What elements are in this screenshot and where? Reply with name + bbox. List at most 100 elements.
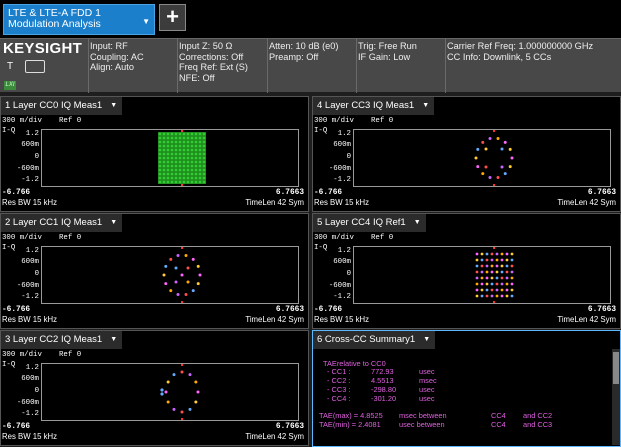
constellation-point: [158, 132, 162, 136]
constellation-point: [500, 288, 504, 292]
chevron-down-icon[interactable]: ▼: [110, 331, 117, 349]
constellation-point: [480, 270, 484, 274]
constellation-point: [170, 148, 174, 152]
constellation-point: [158, 168, 162, 172]
constellation-point: [162, 180, 166, 184]
iq-window-2[interactable]: 4 Layer CC3 IQ Meas1 ▼ 300 m/div Ref 0 I-Q 1.…: [312, 96, 621, 212]
iq-plot-area[interactable]: [41, 246, 299, 304]
constellation-point: [174, 164, 178, 168]
tab-dropdown-icon[interactable]: ▼: [142, 16, 150, 27]
scale-label: 300 m/div: [314, 234, 354, 242]
constellation-point: [503, 172, 507, 176]
constellation-point: [505, 276, 509, 280]
chevron-down-icon[interactable]: ▼: [110, 214, 117, 232]
correction-settings[interactable]: Input Z: 50 Ω Corrections: Off Freq Ref:…: [179, 41, 248, 83]
constellation-point: [172, 407, 176, 411]
carrier-settings[interactable]: Carrier Ref Freq: 1.000000000 GHz CC Inf…: [447, 41, 593, 62]
brand-block: KEYSIGHT T LXI: [3, 40, 87, 92]
constellation-point: [194, 152, 198, 156]
chevron-down-icon[interactable]: ▼: [414, 214, 421, 232]
constellation-point: [182, 156, 186, 160]
constellation-point: [186, 180, 190, 184]
constellation-point: [495, 294, 499, 298]
axis-marker: [181, 364, 183, 366]
iq-plot-area[interactable]: [41, 363, 299, 421]
y-tick-label: 1.2: [337, 247, 351, 255]
constellation-point: [510, 282, 514, 286]
iq-plot-area[interactable]: [353, 129, 611, 187]
scroll-thumb[interactable]: [613, 352, 619, 384]
constellation-point: [490, 294, 494, 298]
constellation-point: [158, 164, 162, 168]
constellation-point: [510, 258, 514, 262]
constellation-point: [172, 373, 176, 377]
constellation-point: [485, 288, 489, 292]
trigger-settings[interactable]: Trig: Free Run IF Gain: Low: [358, 41, 417, 62]
chevron-down-icon[interactable]: ▼: [110, 97, 117, 115]
constellation-point: [191, 257, 195, 261]
constellation-point: [194, 136, 198, 140]
constellation-point: [162, 148, 166, 152]
window-title-label: 3 Layer CC2 IQ Meas1: [5, 334, 103, 345]
constellation-svg: [160, 364, 200, 420]
window-title[interactable]: 1 Layer CC0 IQ Meas1 ▼: [1, 97, 123, 115]
window-title[interactable]: 4 Layer CC3 IQ Meas1 ▼: [313, 97, 435, 115]
summary-unit: usec: [419, 394, 435, 403]
iq-window-3[interactable]: 2 Layer CC1 IQ Meas1 ▼ 300 m/div Ref 0 I-Q 1.…: [0, 213, 309, 329]
constellation-point: [198, 273, 202, 277]
constellation-point: [166, 380, 170, 384]
constellation-point: [202, 132, 206, 136]
constellation-point: [510, 156, 514, 160]
x-max-label: 6.7663: [587, 189, 616, 197]
divider: [356, 39, 357, 93]
constellation-point: [162, 156, 166, 160]
constellation-point: [160, 388, 164, 392]
screen-share-icon[interactable]: [25, 60, 45, 73]
window-title[interactable]: 3 Layer CC2 IQ Meas1 ▼: [1, 331, 123, 349]
attenuation-settings[interactable]: Atten: 10 dB (e0) Preamp: Off: [269, 41, 338, 62]
iq-window-5[interactable]: 3 Layer CC2 IQ Meas1 ▼ 300 m/div Ref 0 I-Q 1.…: [0, 330, 309, 446]
chevron-down-icon[interactable]: ▼: [423, 331, 430, 349]
constellation-point: [162, 273, 166, 277]
constellation-svg: [475, 247, 514, 303]
y-tick-label: 0: [34, 153, 39, 161]
constellation-point: [186, 160, 190, 164]
timelen-label: TimeLen 42 Sym: [245, 315, 304, 324]
window-title-label: 4 Layer CC3 IQ Meas1: [317, 100, 415, 111]
tae-max-cc-b: and CC2: [523, 411, 553, 420]
summary-unit: usec: [419, 367, 435, 376]
window-title[interactable]: 5 Layer CC4 IQ Ref1 ▼: [313, 214, 426, 232]
add-tab-button[interactable]: +: [159, 4, 186, 31]
constellation-point: [170, 176, 174, 180]
constellation-point: [178, 160, 182, 164]
y-tick-label: -1.2: [21, 176, 39, 184]
input-settings[interactable]: Input: RF Coupling: AC Align: Auto: [90, 41, 144, 73]
constellation-point: [202, 144, 206, 148]
constellation-point: [475, 282, 479, 286]
scale-label: 300 m/div: [2, 351, 42, 359]
constellation-point: [186, 176, 190, 180]
constellation-point: [162, 152, 166, 156]
window-title[interactable]: 2 Layer CC1 IQ Meas1 ▼: [1, 214, 123, 232]
summary-scrollbar[interactable]: [612, 349, 620, 445]
axis-marker: [181, 301, 183, 303]
window-title[interactable]: 6 Cross-CC Summary1 ▼: [313, 331, 436, 349]
iq-window-1[interactable]: 1 Layer CC0 IQ Meas1 ▼ 300 m/div Ref 0 I-Q 1.…: [0, 96, 309, 212]
iq-plot-area[interactable]: [41, 129, 299, 187]
iq-window-4[interactable]: 5 Layer CC4 IQ Ref1 ▼ 300 m/div Ref 0 I-Q 1.2…: [312, 213, 621, 329]
constellation-point: [158, 156, 162, 160]
constellation-point: [182, 132, 186, 136]
tae-max-cc-a: CC4: [491, 411, 506, 420]
chevron-down-icon[interactable]: ▼: [422, 97, 429, 115]
constellation-point: [166, 180, 170, 184]
constellation-point: [475, 264, 479, 268]
constellation-point: [166, 132, 170, 136]
iq-plot-area[interactable]: [353, 246, 611, 304]
x-min-label: -6.766: [2, 423, 31, 431]
constellation-point: [198, 176, 202, 180]
divider: [445, 39, 446, 93]
measurement-tab[interactable]: LTE & LTE-A FDD 1 Modulation Analysis ▼: [3, 4, 155, 35]
cross-cc-summary-window[interactable]: 6 Cross-CC Summary1 ▼ TAErelative to CC0…: [312, 330, 621, 447]
constellation-point: [194, 160, 198, 164]
constellation-point: [178, 144, 182, 148]
